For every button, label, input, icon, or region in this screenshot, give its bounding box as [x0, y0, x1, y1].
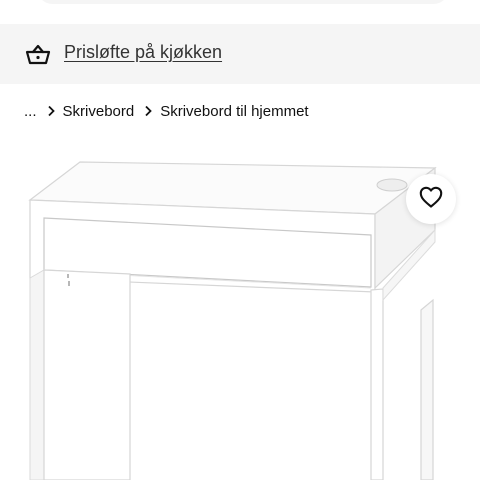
search-bar[interactable]: [38, 0, 448, 4]
breadcrumb-item-current[interactable]: Skrivebord til hjemmet: [160, 103, 308, 120]
promo-link[interactable]: Prisløfte på kjøkken: [64, 42, 222, 63]
chevron-right-icon: [43, 105, 59, 117]
chevron-right-icon: [140, 105, 156, 117]
heart-outline-icon: [419, 186, 443, 213]
favorite-button[interactable]: [406, 174, 456, 224]
breadcrumb-item-ellipsis[interactable]: ...: [24, 103, 37, 120]
breadcrumb-item-skrivebord[interactable]: Skrivebord: [63, 103, 135, 120]
promo-banner: Prisløfte på kjøkken: [0, 24, 480, 84]
breadcrumb: ... Skrivebord Skrivebord til hjemmet: [24, 100, 309, 122]
basket-icon: [24, 41, 52, 69]
